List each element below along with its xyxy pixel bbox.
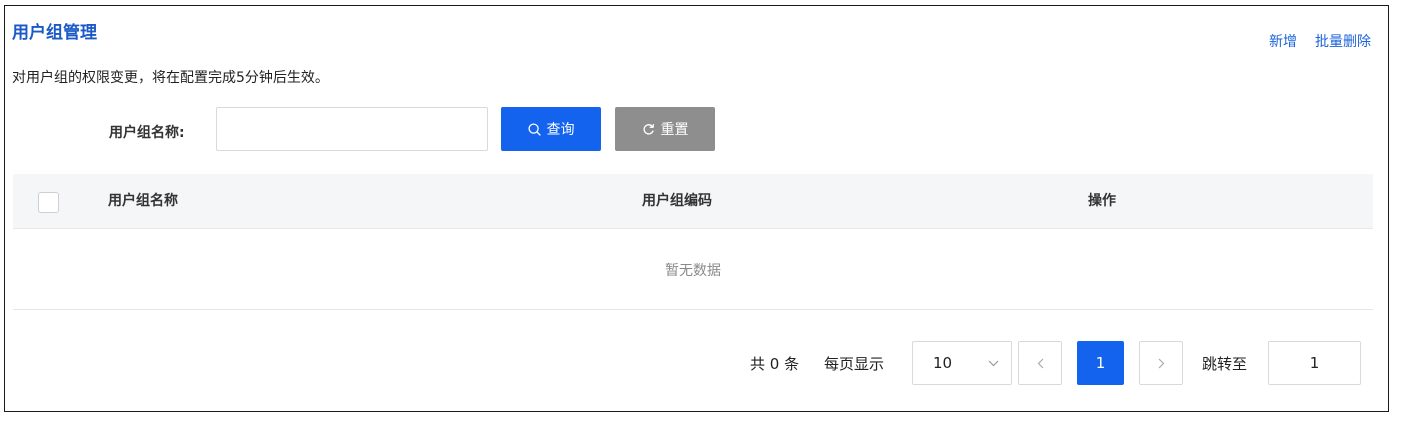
add-link[interactable]: 新增 <box>1269 32 1297 52</box>
query-button[interactable]: 查询 <box>501 107 601 151</box>
chevron-down-icon <box>988 360 999 366</box>
total-count: 共 0 条 <box>750 355 800 373</box>
header-actions: 新增 批量删除 <box>1269 32 1371 52</box>
chevron-left-icon <box>1037 358 1043 368</box>
prev-page-button[interactable] <box>1018 341 1062 385</box>
page-size-select[interactable]: 10 <box>912 341 1012 385</box>
reset-label: 重置 <box>660 122 689 138</box>
group-name-input[interactable] <box>216 107 488 151</box>
page-size-value: 10 <box>933 354 953 372</box>
column-header-operations: 操作 <box>1088 193 1116 209</box>
notice-text: 对用户组的权限变更，将在配置完成5分钟后生效。 <box>12 70 329 86</box>
page-number-current[interactable]: 1 <box>1077 341 1124 385</box>
page-title: 用户组管理 <box>12 23 97 43</box>
table-header: 用户组名称 用户组编码 操作 <box>13 174 1373 229</box>
batch-delete-link[interactable]: 批量删除 <box>1315 32 1371 52</box>
next-page-button[interactable] <box>1139 341 1183 385</box>
reset-button[interactable]: 重置 <box>615 107 715 151</box>
search-label: 用户组名称: <box>109 125 185 141</box>
per-page-label: 每页显示 <box>824 355 885 373</box>
table-empty-row: 暂无数据 <box>13 230 1373 310</box>
search-icon <box>527 122 541 136</box>
empty-text: 暂无数据 <box>665 262 721 279</box>
column-header-group-code[interactable]: 用户组编码 <box>642 191 712 211</box>
jump-label: 跳转至 <box>1202 355 1248 373</box>
jump-page-input[interactable] <box>1268 341 1361 385</box>
chevron-right-icon <box>1158 358 1164 368</box>
select-all-checkbox[interactable] <box>38 192 59 213</box>
user-group-panel: 用户组管理 新增 批量删除 对用户组的权限变更，将在配置完成5分钟后生效。 用户… <box>4 5 1389 412</box>
column-header-group-name[interactable]: 用户组名称 <box>108 191 178 211</box>
query-label: 查询 <box>546 122 575 138</box>
refresh-icon <box>642 123 654 135</box>
